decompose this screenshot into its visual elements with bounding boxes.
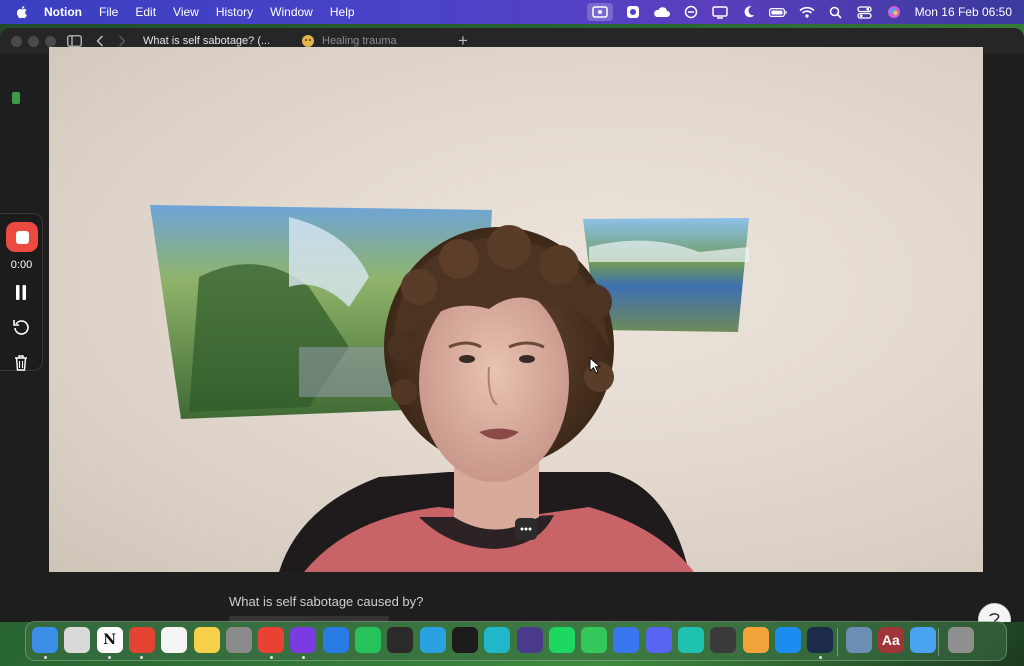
spotify-icon[interactable] xyxy=(548,627,575,653)
app-icon[interactable] xyxy=(624,5,642,19)
menu-help[interactable]: Help xyxy=(330,5,355,19)
menu-file[interactable]: File xyxy=(99,5,118,19)
stop-icon xyxy=(15,230,29,244)
fluent-icon[interactable] xyxy=(807,627,834,653)
menu-history[interactable]: History xyxy=(216,5,253,19)
launchpad-icon[interactable] xyxy=(64,627,91,653)
menu-edit[interactable]: Edit xyxy=(135,5,156,19)
search-icon[interactable] xyxy=(827,5,845,19)
delete-recording-button[interactable] xyxy=(10,352,32,374)
canva-icon[interactable] xyxy=(484,627,511,653)
reminders-icon[interactable] xyxy=(161,627,188,653)
telegram-icon[interactable] xyxy=(419,627,446,653)
circle-icon[interactable] xyxy=(682,5,700,19)
more-options-button[interactable] xyxy=(515,518,537,540)
preview-icon[interactable] xyxy=(845,627,872,653)
discord-icon[interactable] xyxy=(645,627,672,653)
apple-menu-icon[interactable] xyxy=(14,4,30,20)
recording-controls: 0:00 xyxy=(0,213,43,371)
restart-icon xyxy=(13,320,29,335)
dictionary-icon[interactable]: Aa xyxy=(877,627,904,653)
chrome-icon[interactable] xyxy=(258,627,285,653)
notes-icon[interactable] xyxy=(193,627,220,653)
battery-icon[interactable] xyxy=(768,5,787,19)
wifi-icon[interactable] xyxy=(798,5,816,19)
running-indicator xyxy=(301,656,305,659)
webcam-video-preview[interactable] xyxy=(49,47,983,572)
tab-label: Healing trauma xyxy=(322,35,397,47)
messages-icon[interactable] xyxy=(581,627,608,653)
page-heading[interactable]: What is self sabotage caused by? xyxy=(229,594,423,609)
menu-bar: Notion File Edit View History Window Hel… xyxy=(0,0,1024,24)
photos-icon[interactable] xyxy=(742,627,769,653)
arc-icon[interactable] xyxy=(290,627,317,653)
trash-icon[interactable] xyxy=(948,627,975,653)
help-button[interactable] xyxy=(978,603,1011,622)
running-indicator xyxy=(818,656,822,659)
app-store-gear-icon[interactable] xyxy=(322,627,349,653)
display-icon[interactable] xyxy=(711,5,729,19)
moon-icon[interactable] xyxy=(740,5,758,19)
siri-icon[interactable] xyxy=(885,5,903,19)
running-indicator xyxy=(269,656,273,659)
screen-recording-icon[interactable] xyxy=(586,3,613,21)
webcam-scene-image xyxy=(150,205,749,572)
capcut-icon[interactable] xyxy=(451,627,478,653)
cloud-icon[interactable] xyxy=(653,5,671,19)
running-indicator xyxy=(43,656,47,659)
todoist-icon[interactable] xyxy=(128,627,155,653)
recording-timer: 0:00 xyxy=(10,259,33,271)
dock: N Aa xyxy=(25,621,1007,661)
menu-window[interactable]: Window xyxy=(270,5,313,19)
menu-app-name[interactable]: Notion xyxy=(44,5,82,19)
proton-vpn-icon[interactable] xyxy=(516,627,543,653)
tab-emoji-icon xyxy=(302,35,314,47)
running-indicator xyxy=(140,656,144,659)
mail-icon[interactable] xyxy=(910,627,937,653)
close-window-button[interactable] xyxy=(11,35,22,47)
photo-app-icon[interactable] xyxy=(710,627,737,653)
dock-separator xyxy=(938,628,940,656)
finder-icon[interactable] xyxy=(32,627,58,653)
whatsapp-icon[interactable] xyxy=(355,627,381,653)
trash-icon xyxy=(15,355,27,371)
mouse-cursor-icon xyxy=(589,357,601,374)
surfshark-icon[interactable] xyxy=(678,627,704,653)
control-center-icon[interactable] xyxy=(856,5,874,19)
running-indicator xyxy=(108,656,112,659)
voice-memos-icon[interactable] xyxy=(387,627,414,653)
more-dots-icon xyxy=(520,527,532,531)
pause-icon xyxy=(16,284,26,300)
dock-separator xyxy=(836,628,838,656)
app-store-icon[interactable] xyxy=(774,627,801,653)
stop-recording-button[interactable] xyxy=(6,222,38,252)
zoom-window-button[interactable] xyxy=(45,35,56,47)
sidebar-indicator xyxy=(12,92,20,104)
notion-icon[interactable]: N xyxy=(96,627,123,653)
tab-label: What is self sabotage? (... xyxy=(143,35,271,47)
system-settings-icon[interactable] xyxy=(225,627,252,653)
minimize-window-button[interactable] xyxy=(28,35,39,47)
signal-icon[interactable] xyxy=(613,627,640,653)
menu-clock[interactable]: Mon 16 Feb 06:50 xyxy=(915,5,1012,19)
restart-button[interactable] xyxy=(10,316,32,338)
menu-view[interactable]: View xyxy=(173,5,199,19)
pause-button[interactable] xyxy=(10,281,32,303)
